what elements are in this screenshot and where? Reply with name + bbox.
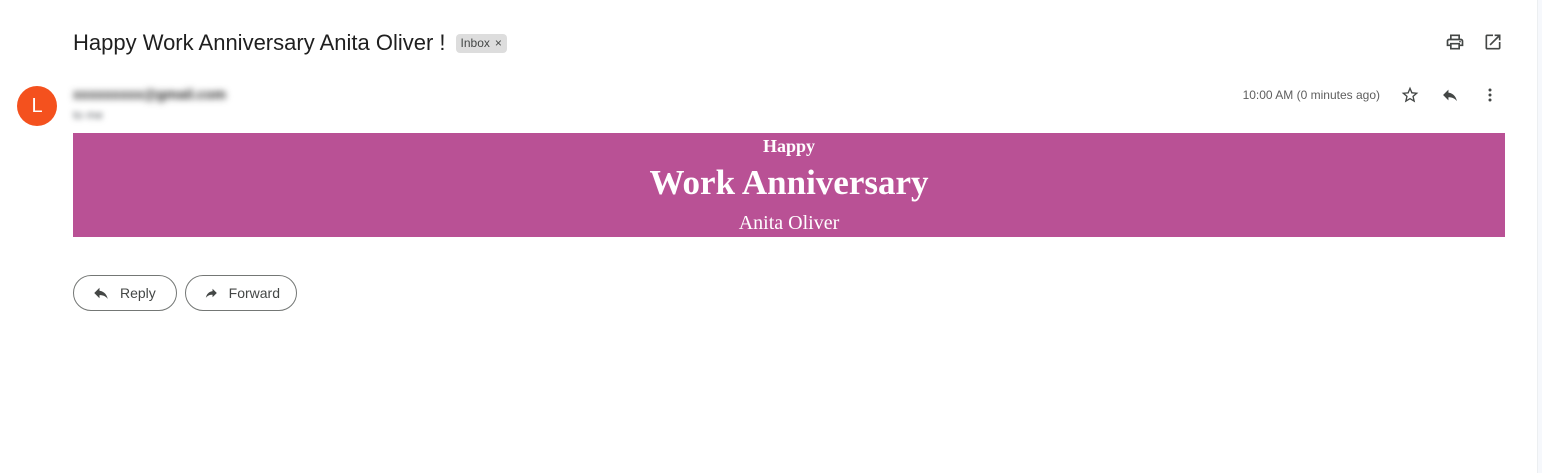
email-view: Happy Work Anniversary Anita Oliver ! In… bbox=[0, 0, 1537, 473]
subject-row: Happy Work Anniversary Anita Oliver ! In… bbox=[73, 28, 507, 58]
anniversary-banner: Happy Work Anniversary Anita Oliver bbox=[73, 133, 1505, 237]
sender-email[interactable]: xxxxxxxxx@gmail.com bbox=[73, 86, 226, 102]
sender-avatar[interactable]: L bbox=[17, 86, 57, 126]
open-in-new-icon[interactable] bbox=[1483, 32, 1503, 52]
more-vert-icon[interactable] bbox=[1480, 85, 1500, 105]
star-icon[interactable] bbox=[1400, 85, 1420, 105]
message-timestamp: 10:00 AM (0 minutes ago) bbox=[1242, 88, 1380, 102]
message-actions: Reply Forward bbox=[73, 275, 297, 311]
banner-title: Work Anniversary bbox=[649, 163, 929, 202]
print-icon[interactable] bbox=[1445, 32, 1465, 52]
sender-info: xxxxxxxxx@gmail.com to me bbox=[73, 86, 226, 122]
forward-button-label: Forward bbox=[228, 285, 280, 301]
forward-icon bbox=[205, 288, 217, 298]
label-text: Inbox bbox=[460, 36, 490, 50]
banner-name: Anita Oliver bbox=[738, 212, 840, 234]
reply-button-label: Reply bbox=[120, 285, 156, 301]
forward-button[interactable]: Forward bbox=[185, 275, 297, 311]
recipient-details[interactable]: to me bbox=[73, 108, 226, 122]
reply-icon[interactable] bbox=[1440, 85, 1460, 105]
email-subject: Happy Work Anniversary Anita Oliver ! bbox=[73, 30, 446, 55]
reply-icon bbox=[94, 287, 108, 299]
banner-greeting: Happy bbox=[762, 136, 816, 156]
reply-button[interactable]: Reply bbox=[73, 275, 177, 311]
remove-label-icon[interactable]: × bbox=[495, 36, 502, 50]
scrollbar-track[interactable] bbox=[1537, 0, 1542, 473]
thread-actions bbox=[1445, 32, 1503, 52]
inbox-label-chip[interactable]: Inbox × bbox=[455, 33, 507, 53]
message-meta: 10:00 AM (0 minutes ago) bbox=[1243, 84, 1500, 106]
